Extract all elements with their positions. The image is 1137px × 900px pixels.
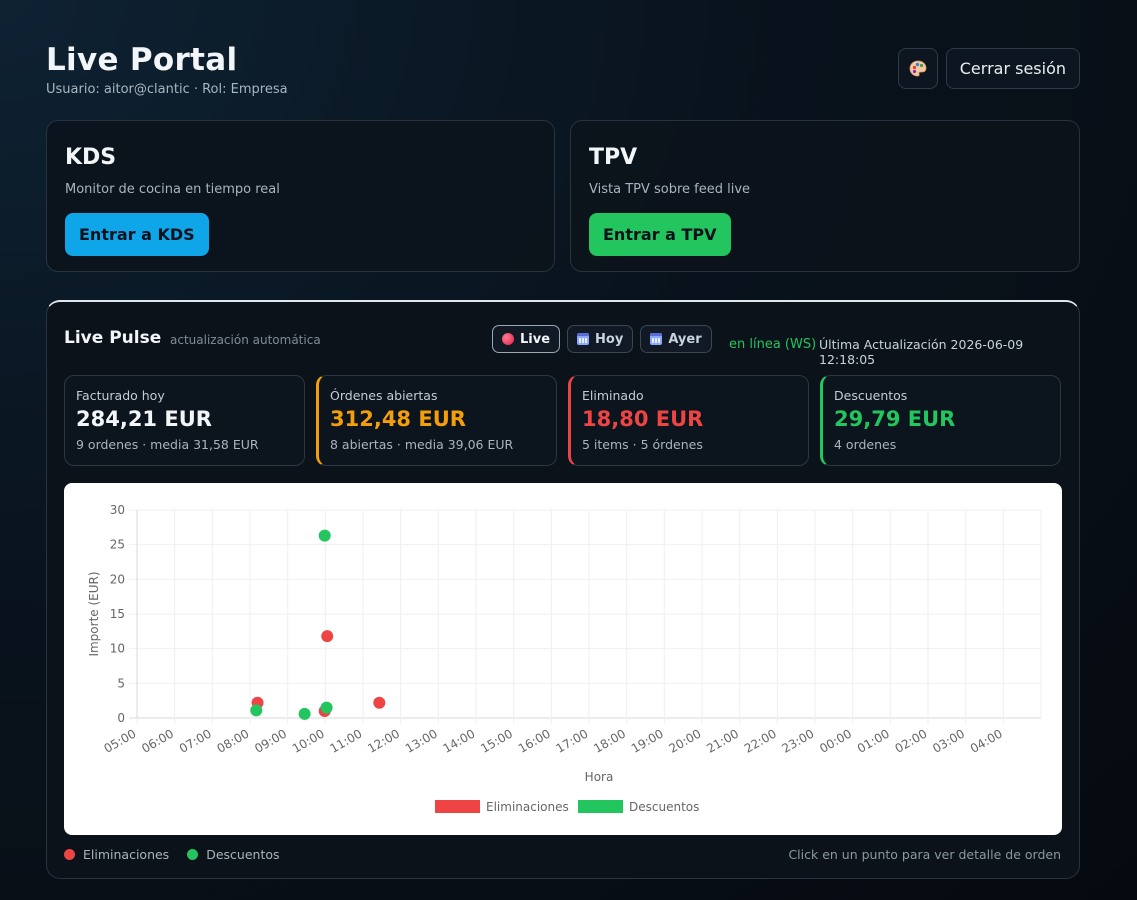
tpv-card: TPV Vista TPV sobre feed live Entrar a T…	[570, 120, 1080, 272]
x-tick-label: 11:00	[328, 726, 365, 755]
kpi-label: Facturado hoy	[76, 388, 165, 403]
logout-button[interactable]: Cerrar sesión	[945, 48, 1080, 89]
y-tick-label: 0	[117, 711, 125, 725]
tpv-card-description: Vista TPV sobre feed live	[589, 182, 751, 197]
x-tick-label: 15:00	[478, 726, 515, 755]
mode-hoy-label: Hoy	[595, 331, 624, 347]
mode-selector: Live Hoy Ayer	[492, 325, 712, 353]
kds-card-description: Monitor de cocina en tiempo real	[65, 182, 280, 197]
x-tick-label: 21:00	[704, 726, 741, 755]
chart-hint: Click en un punto para ver detalle de or…	[788, 847, 1061, 862]
last-update: Última Actualización 2026-06-09 12:18:05	[819, 337, 1024, 367]
app-title: Live Portal	[46, 42, 238, 78]
kds-card-title: KDS	[65, 145, 117, 170]
kpi-ordenes-abiertas: Órdenes abiertas 312,48 EUR 8 abiertas ·…	[316, 375, 557, 466]
enter-tpv-button[interactable]: Entrar a TPV	[589, 213, 731, 256]
kpi-value: 312,48 EUR	[330, 407, 466, 431]
user-info: Usuario: aitor@clantic · Rol: Empresa	[46, 82, 288, 97]
kpi-sub: 5 items · 5 órdenes	[582, 437, 703, 452]
tpv-card-title: TPV	[589, 145, 638, 170]
x-tick-label: 08:00	[215, 726, 252, 755]
x-tick-label: 13:00	[403, 726, 440, 755]
chart-svg: 0 5 10 15 20 25 30 05:00 06:00 07:00 08:00 09:00 10:…	[87, 503, 1042, 814]
y-axis-title: Importe (EUR)	[87, 571, 101, 656]
data-point	[318, 529, 331, 542]
mode-hoy-button[interactable]: Hoy	[567, 325, 634, 353]
connection-status: en línea (WS)	[729, 337, 817, 352]
y-tick-label: 25	[110, 538, 125, 552]
x-tick-label: 10:00	[290, 726, 327, 755]
live-dot-icon	[502, 333, 514, 345]
mode-ayer-button[interactable]: Ayer	[640, 325, 712, 353]
x-tick-label: 01:00	[855, 726, 892, 755]
y-tick-label: 20	[110, 572, 125, 586]
x-tick-label: 04:00	[968, 726, 1005, 755]
data-point	[373, 696, 386, 709]
header: Live Portal Usuario: aitor@clantic · Rol…	[46, 42, 288, 97]
live-pulse-panel: Live Pulse actualización automática Live…	[46, 300, 1080, 879]
x-tick-label: 17:00	[554, 726, 591, 755]
y-tick-label: 15	[110, 607, 125, 621]
x-tick-label: 07:00	[177, 726, 214, 755]
kpi-sub: 9 ordenes · media 31,58 EUR	[76, 437, 259, 452]
green-dot-icon	[187, 849, 199, 860]
legend-eliminaciones: Eliminaciones	[64, 847, 169, 862]
calendar-icon	[650, 333, 663, 345]
x-tick-label: 14:00	[441, 726, 478, 755]
x-tick-label: 19:00	[629, 726, 666, 755]
kpi-value: 29,79 EUR	[834, 407, 956, 431]
legend-descuentos: Descuentos	[187, 847, 280, 862]
x-tick-label: 06:00	[139, 726, 176, 755]
calendar-icon	[577, 333, 590, 345]
kpi-eliminado: Eliminado 18,80 EUR 5 items · 5 órdenes	[568, 375, 809, 466]
kpi-value: 284,21 EUR	[76, 407, 212, 431]
x-tick-label: 00:00	[817, 726, 854, 755]
kpi-label: Órdenes abiertas	[330, 388, 438, 403]
x-tick-label: 20:00	[667, 726, 704, 755]
legend-swatch	[435, 800, 480, 813]
kpi-descuentos: Descuentos 29,79 EUR 4 ordenes	[820, 375, 1061, 466]
y-tick-label: 30	[110, 503, 125, 517]
y-tick-label: 5	[117, 676, 125, 690]
x-tick-label: 22:00	[742, 726, 779, 755]
header-actions: Cerrar sesión	[897, 48, 1080, 89]
kpi-facturado: Facturado hoy 284,21 EUR 9 ordenes · med…	[64, 375, 305, 466]
theme-button[interactable]	[897, 48, 938, 89]
pulse-title: Live Pulse	[64, 328, 162, 348]
kpi-label: Descuentos	[834, 388, 908, 403]
mode-live-button[interactable]: Live	[492, 325, 561, 353]
x-tick-label: 05:00	[102, 726, 139, 755]
legend-label: Eliminaciones	[486, 800, 569, 814]
scatter-chart: 0 5 10 15 20 25 30 05:00 06:00 07:00 08:00 09:00 10:…	[64, 483, 1062, 835]
chart-legend-footer: Eliminaciones Descuentos	[64, 847, 280, 862]
x-tick-label: 16:00	[516, 726, 553, 755]
kds-card: KDS Monitor de cocina en tiempo real Ent…	[46, 120, 555, 272]
kpi-value: 18,80 EUR	[582, 407, 704, 431]
pulse-subtitle: actualización automática	[170, 333, 321, 347]
x-tick-label: 23:00	[780, 726, 817, 755]
legend-swatch	[578, 800, 623, 813]
x-tick-label: 12:00	[365, 726, 402, 755]
kpi-label: Eliminado	[582, 388, 644, 403]
red-dot-icon	[64, 849, 75, 860]
enter-kds-button[interactable]: Entrar a KDS	[65, 213, 209, 256]
mode-ayer-label: Ayer	[668, 331, 702, 347]
x-tick-label: 18:00	[591, 726, 628, 755]
x-tick-label: 09:00	[252, 726, 289, 755]
data-point	[250, 704, 263, 717]
x-tick-label: 02:00	[893, 726, 930, 755]
palette-icon	[909, 60, 927, 76]
kpi-sub: 8 abiertas · media 39,06 EUR	[330, 437, 514, 452]
x-axis-title: Hora	[585, 770, 614, 784]
data-point	[320, 701, 333, 714]
kpi-sub: 4 ordenes	[834, 437, 897, 452]
legend-label: Descuentos	[206, 847, 280, 862]
y-tick-label: 10	[110, 642, 125, 656]
legend-label: Eliminaciones	[83, 847, 170, 862]
data-point	[298, 707, 311, 720]
data-point	[321, 630, 334, 643]
legend-label: Descuentos	[629, 800, 699, 814]
mode-live-label: Live	[520, 331, 551, 347]
x-tick-label: 03:00	[930, 726, 967, 755]
